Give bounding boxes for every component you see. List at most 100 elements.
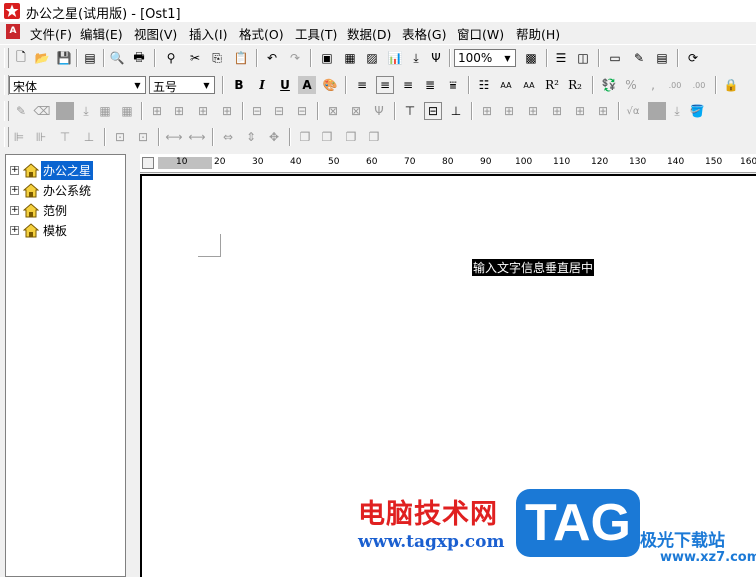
distribute-horizontal-icon[interactable]: ⟷ <box>165 128 183 146</box>
underline-button[interactable]: U <box>276 76 294 94</box>
toolbar-grip[interactable] <box>4 48 9 68</box>
menu-help[interactable]: 帮助(H) <box>516 24 560 43</box>
menu-edit[interactable]: 编辑(E) <box>80 24 123 43</box>
menu-view[interactable]: 视图(V) <box>134 24 177 43</box>
percent-button[interactable]: % <box>622 76 640 94</box>
font-size-select[interactable]: 五号 ▼ <box>149 76 215 94</box>
delete-row-icon[interactable]: ⊟ <box>293 102 311 120</box>
insert-column-icon[interactable]: ⊞ <box>218 102 236 120</box>
highlight-icon[interactable]: 🎨 <box>321 76 339 94</box>
tree-item-templates[interactable]: + 模板 <box>10 221 69 239</box>
paste-icon[interactable]: 📋 <box>232 49 250 67</box>
lock-icon[interactable]: 🔒 <box>722 76 740 94</box>
chevron-down-icon[interactable]: ▼ <box>131 78 144 92</box>
menu-data[interactable]: 数据(D) <box>347 24 391 43</box>
insert-frame-icon[interactable]: ▣ <box>318 49 336 67</box>
insert-row-below-icon[interactable]: ⊟ <box>270 102 288 120</box>
insert-image-icon[interactable]: ▨ <box>363 49 381 67</box>
cut-icon[interactable]: ✂ <box>186 49 204 67</box>
toolbar-grip[interactable] <box>4 127 9 147</box>
align-objects-center-icon[interactable]: ⊪ <box>32 128 50 146</box>
text-color-button[interactable]: A <box>298 76 316 94</box>
expand-icon[interactable]: + <box>10 185 19 195</box>
horizontal-ruler[interactable]: 10 20 30 40 50 60 70 80 90 100 110 120 1… <box>140 154 756 173</box>
toolbar-grip[interactable] <box>4 101 9 121</box>
document-icon[interactable]: A <box>6 24 20 39</box>
font-name-select[interactable]: 宋体 ▼ <box>9 76 146 94</box>
subscript-button[interactable]: R₂ <box>566 76 584 94</box>
insert-row-above-icon[interactable]: ⊟ <box>248 102 266 120</box>
table-delete-icon[interactable]: ⊞ <box>594 102 612 120</box>
chevron-down-icon[interactable]: ▼ <box>200 78 213 92</box>
center-horizontal-icon[interactable]: ⊡ <box>111 128 129 146</box>
fill-dropdown-icon[interactable]: ⤓ <box>77 102 95 120</box>
center-vertical-icon[interactable]: ⊡ <box>134 128 152 146</box>
menu-tools[interactable]: 工具(T) <box>295 24 337 43</box>
align-objects-left-icon[interactable]: ⊫ <box>10 128 28 146</box>
copy-icon[interactable]: ⎘ <box>208 49 226 67</box>
valign-middle-icon[interactable]: ⊟ <box>424 102 442 120</box>
table-distribute-cols-icon[interactable]: ⊞ <box>548 102 566 120</box>
decrease-decimal-icon[interactable]: .00 <box>690 76 708 94</box>
edit-icon[interactable]: ▤ <box>81 49 99 67</box>
refresh-icon[interactable]: ⟳ <box>684 49 702 67</box>
char-spacing-narrow-icon[interactable]: AA <box>520 76 538 94</box>
expand-icon[interactable]: + <box>10 205 19 215</box>
table-style-icon[interactable]: ⊞ <box>478 102 496 120</box>
app-star-icon[interactable] <box>4 3 20 19</box>
window-layout-icon[interactable]: ▭ <box>606 49 624 67</box>
print-icon[interactable]: 🖶 <box>130 49 148 67</box>
expand-icon[interactable]: + <box>10 225 19 235</box>
same-size-icon[interactable]: ✥ <box>265 128 283 146</box>
char-spacing-wide-icon[interactable]: AA <box>497 76 515 94</box>
bold-button[interactable]: B <box>230 76 248 94</box>
split-vertical-icon[interactable]: ◫ <box>574 49 592 67</box>
same-height-icon[interactable]: ⇕ <box>242 128 260 146</box>
comma-button[interactable]: , <box>644 76 662 94</box>
tree-item-office-system[interactable]: + 办公系统 <box>10 181 93 199</box>
same-width-icon[interactable]: ⇔ <box>219 128 237 146</box>
merge-cells-icon[interactable]: ⊞ <box>148 102 166 120</box>
bring-forward-icon[interactable]: ❐ <box>342 128 360 146</box>
align-center-icon[interactable]: ≡ <box>376 76 394 94</box>
menu-window[interactable]: 窗口(W) <box>457 24 504 43</box>
picture-tool-icon[interactable]: ▤ <box>653 49 671 67</box>
table-header-icon[interactable]: ⊞ <box>500 102 518 120</box>
italic-button[interactable]: I <box>253 76 271 94</box>
menu-file[interactable]: 文件(F) <box>30 24 72 43</box>
bring-front-icon[interactable]: ❐ <box>296 128 314 146</box>
undo-icon[interactable]: ↶ <box>263 49 281 67</box>
print-preview-icon[interactable]: 🔍 <box>108 49 126 67</box>
send-back-icon[interactable]: ❐ <box>318 128 336 146</box>
valign-bottom-icon[interactable]: ⊥ <box>447 102 465 120</box>
open-folder-icon[interactable]: 📂 <box>33 49 51 67</box>
distribute-vertical-icon[interactable]: ⟷ <box>188 128 206 146</box>
align-objects-bottom-icon[interactable]: ⊥ <box>80 128 98 146</box>
tree-item-office-star[interactable]: + 办公之星 <box>10 160 94 180</box>
distribute-icon[interactable]: ⩸ <box>444 76 462 94</box>
fill-color-icon[interactable] <box>56 102 74 120</box>
tree-item-examples[interactable]: + 范例 <box>10 201 69 219</box>
insert-col-right-icon[interactable]: ⊠ <box>347 102 365 120</box>
full-screen-icon[interactable]: ▩ <box>522 49 540 67</box>
paint-bucket-icon[interactable]: 🪣 <box>688 102 706 120</box>
pencil-icon[interactable]: ✎ <box>12 102 30 120</box>
find-binoculars-icon[interactable]: ⚲ <box>162 49 180 67</box>
cell-color-icon[interactable] <box>648 102 666 120</box>
eraser-icon[interactable]: ⌫ <box>33 102 51 120</box>
chevron-down-icon[interactable]: ▼ <box>501 51 514 65</box>
menu-format[interactable]: 格式(O) <box>239 24 284 43</box>
align-right-icon[interactable]: ≡ <box>399 76 417 94</box>
ruler-corner[interactable] <box>142 157 154 169</box>
redo-icon[interactable]: ↷ <box>286 49 304 67</box>
delete-col-icon[interactable]: Ψ <box>370 102 388 120</box>
zoom-select[interactable]: 100% ▼ <box>454 49 516 67</box>
menu-table[interactable]: 表格(G) <box>402 24 446 43</box>
align-objects-top-icon[interactable]: ⊤ <box>56 128 74 146</box>
line-spacing-icon[interactable]: ☷ <box>475 76 493 94</box>
edit-frame-icon[interactable]: ✎ <box>630 49 648 67</box>
currency-icon[interactable]: 💱 <box>600 76 618 94</box>
align-left-icon[interactable]: ≡ <box>353 76 371 94</box>
send-backward-icon[interactable]: ❐ <box>365 128 383 146</box>
insert-table-icon[interactable]: ▦ <box>341 49 359 67</box>
